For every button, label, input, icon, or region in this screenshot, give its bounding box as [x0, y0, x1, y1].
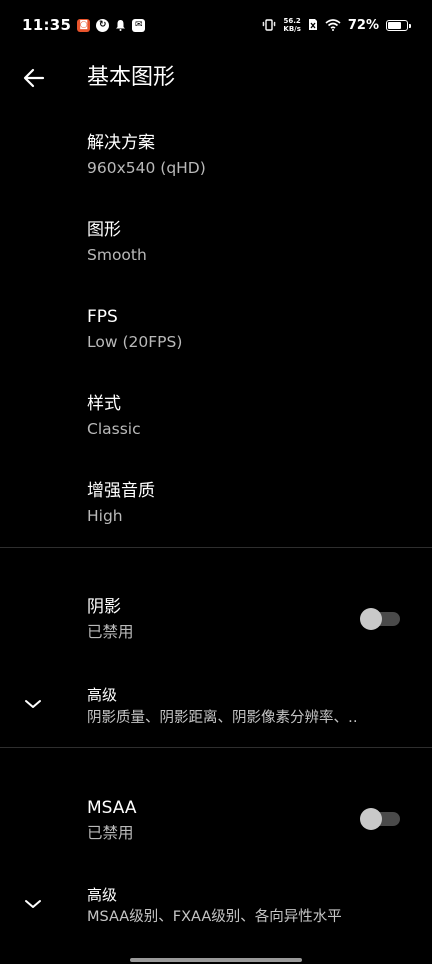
toggle-knob: [360, 808, 382, 830]
shadow-advanced[interactable]: 高级 阴影质量、阴影距离、阴影像素分辨率、‥: [0, 672, 432, 738]
setting-style[interactable]: 样式 Classic: [0, 381, 432, 467]
status-right: 56.2 KB/s 72%: [262, 16, 411, 35]
msaa-state: 已禁用: [87, 824, 134, 842]
setting-title: 增强音质: [87, 481, 155, 501]
setting-fps[interactable]: FPS Low (20FPS): [0, 294, 432, 380]
setting-graphics[interactable]: 图形 Smooth: [0, 207, 432, 293]
wifi-icon: [325, 16, 341, 35]
page-title: 基本图形: [87, 65, 176, 90]
shadow-state: 已禁用: [87, 623, 134, 641]
advanced-title: 高级: [87, 686, 118, 704]
msaa-toggle[interactable]: [360, 808, 400, 830]
advanced-description: 阴影质量、阴影距离、阴影像素分辨率、‥: [87, 710, 358, 726]
network-speed-value: 56.2: [283, 17, 301, 25]
back-button[interactable]: [18, 62, 50, 94]
setting-title: FPS: [87, 307, 118, 327]
status-left: 11:35 ◙ ↻ ✉: [22, 16, 146, 35]
app-notification-icon: ◙: [77, 18, 91, 32]
advanced-description: MSAA级别、FXAA级别、各向异性水平: [87, 909, 342, 925]
message-icon: ✉: [132, 18, 146, 32]
vibrate-icon: [262, 16, 277, 35]
chevron-down-icon: [22, 693, 44, 715]
setting-resolution[interactable]: 解决方案 960x540 (qHD): [0, 120, 432, 206]
chevron-down-icon: [22, 893, 44, 915]
advanced-title: 高级: [87, 886, 118, 904]
setting-value: 960x540 (qHD): [87, 159, 206, 177]
app-bar: 基本图形: [0, 50, 432, 106]
setting-title: 图形: [87, 220, 121, 240]
msaa-advanced[interactable]: 高级 MSAA级别、FXAA级别、各向异性水平: [0, 872, 432, 938]
setting-msaa[interactable]: MSAA 已禁用: [0, 785, 432, 855]
battery-icon: [386, 19, 411, 31]
setting-title: 解决方案: [87, 133, 155, 153]
toggle-knob: [360, 608, 382, 630]
back-arrow-icon: [23, 68, 45, 88]
setting-value: High: [87, 507, 123, 525]
section-divider: [0, 747, 432, 748]
sync-notification-icon: ↻: [96, 18, 110, 32]
bell-icon: [115, 16, 126, 35]
no-sim-icon: [308, 16, 318, 35]
screen: 11:35 ◙ ↻ ✉ 56.2 KB/s 72% 基本图形 解决方案 960x…: [0, 0, 432, 964]
status-bar: 11:35 ◙ ↻ ✉ 56.2 KB/s 72%: [0, 0, 432, 50]
setting-enhanced-audio[interactable]: 增强音质 High: [0, 468, 432, 546]
setting-shadow[interactable]: 阴影 已禁用: [0, 584, 432, 654]
battery-fill: [388, 21, 401, 29]
network-speed: 56.2 KB/s: [283, 17, 300, 33]
msaa-title: MSAA: [87, 798, 137, 818]
status-time: 11:35: [22, 16, 72, 34]
battery-percent: 72%: [347, 17, 379, 33]
home-indicator[interactable]: [130, 958, 302, 962]
setting-title: 样式: [87, 394, 121, 414]
setting-value: Smooth: [87, 246, 147, 264]
setting-value: Low (20FPS): [87, 333, 183, 351]
shadow-title: 阴影: [87, 597, 121, 617]
section-divider: [0, 547, 432, 548]
shadow-toggle[interactable]: [360, 608, 400, 630]
setting-value: Classic: [87, 420, 141, 438]
network-speed-unit: KB/s: [283, 25, 301, 33]
